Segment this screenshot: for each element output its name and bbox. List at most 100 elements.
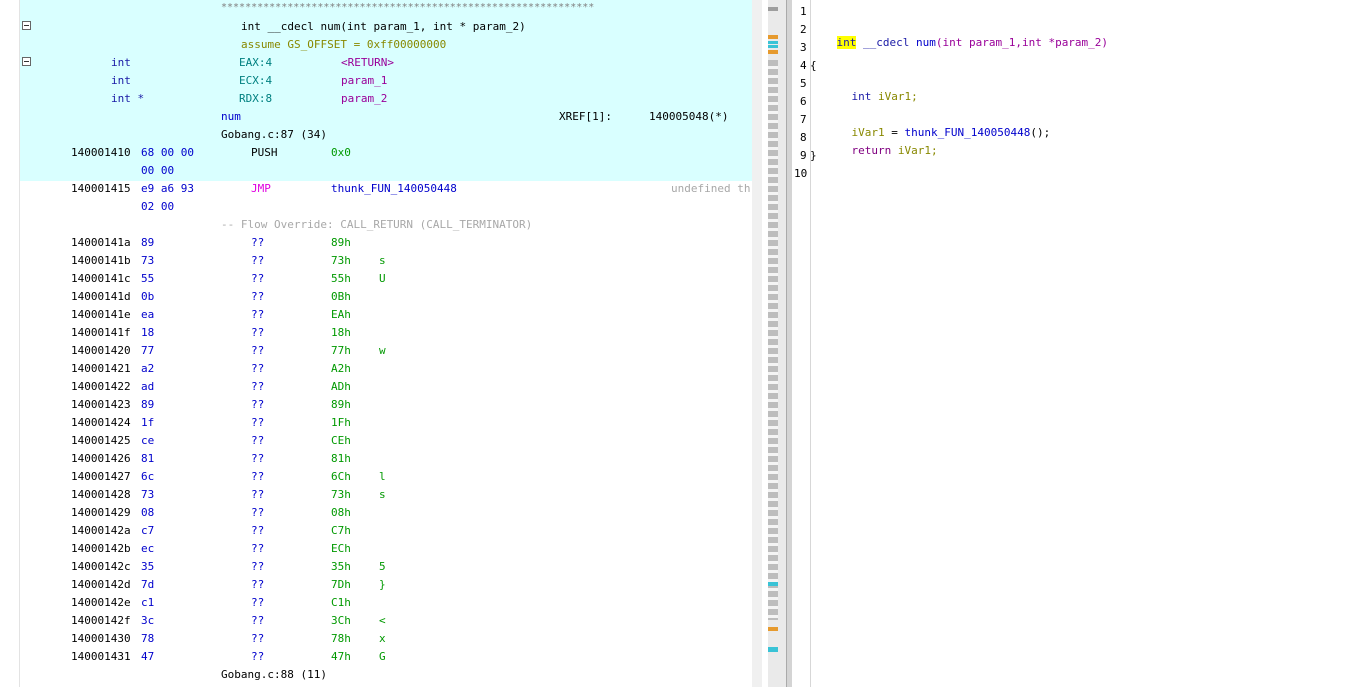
- row-address[interactable]: 14000141a: [71, 236, 131, 249]
- row-value[interactable]: 08h: [331, 506, 351, 519]
- row-address[interactable]: 140001424: [71, 416, 131, 429]
- row-mnemonic[interactable]: ??: [251, 272, 264, 285]
- listing-view[interactable]: ****************************************…: [0, 0, 760, 687]
- row-mnemonic[interactable]: ??: [251, 488, 264, 501]
- overview-marker: [768, 35, 778, 39]
- row-address[interactable]: 140001421: [71, 362, 131, 375]
- row-mnemonic[interactable]: ??: [251, 542, 264, 555]
- row-mnemonic[interactable]: ??: [251, 470, 264, 483]
- row-mnemonic[interactable]: ??: [251, 236, 264, 249]
- row-address[interactable]: 14000142d: [71, 578, 131, 591]
- row-value[interactable]: 89h: [331, 398, 351, 411]
- var-name[interactable]: <RETURN>: [341, 56, 394, 69]
- row-value[interactable]: 0Bh: [331, 290, 351, 303]
- row-mnemonic[interactable]: ??: [251, 362, 264, 375]
- overview-bar[interactable]: [768, 0, 786, 687]
- row-value[interactable]: 78h: [331, 632, 351, 645]
- row-address[interactable]: 140001420: [71, 344, 131, 357]
- calling-convention-token[interactable]: __cdecl: [863, 36, 909, 49]
- instr-mnemonic[interactable]: JMP: [251, 182, 271, 195]
- row-mnemonic[interactable]: ??: [251, 380, 264, 393]
- row-value[interactable]: EAh: [331, 308, 351, 321]
- row-address[interactable]: 14000142f: [71, 614, 131, 627]
- row-address[interactable]: 140001425: [71, 434, 131, 447]
- row-address[interactable]: 140001422: [71, 380, 131, 393]
- return-keyword[interactable]: return: [852, 144, 892, 157]
- row-value[interactable]: 6Ch: [331, 470, 351, 483]
- row-mnemonic[interactable]: ??: [251, 290, 264, 303]
- decl-type-token[interactable]: int: [852, 90, 872, 103]
- row-value[interactable]: C7h: [331, 524, 351, 537]
- row-value[interactable]: 55h: [331, 272, 351, 285]
- row-mnemonic[interactable]: ??: [251, 632, 264, 645]
- row-mnemonic[interactable]: ??: [251, 614, 264, 627]
- listing-scrollbar[interactable]: [752, 0, 762, 687]
- row-mnemonic[interactable]: ??: [251, 578, 264, 591]
- row-mnemonic[interactable]: ??: [251, 416, 264, 429]
- instr-address[interactable]: 140001415: [71, 182, 131, 195]
- row-address[interactable]: 140001426: [71, 452, 131, 465]
- row-mnemonic[interactable]: ??: [251, 506, 264, 519]
- line-number: 7: [800, 113, 807, 126]
- row-address[interactable]: 14000142a: [71, 524, 131, 537]
- row-value[interactable]: ECh: [331, 542, 351, 555]
- row-address[interactable]: 14000142e: [71, 596, 131, 609]
- instr-operand[interactable]: 0x0: [331, 146, 351, 159]
- xref-address[interactable]: 140005048(*): [649, 110, 728, 123]
- row-mnemonic[interactable]: ??: [251, 398, 264, 411]
- row-address[interactable]: 14000141e: [71, 308, 131, 321]
- row-value[interactable]: A2h: [331, 362, 351, 375]
- row-value[interactable]: 73h: [331, 488, 351, 501]
- var-name[interactable]: param_2: [341, 92, 387, 105]
- function-signature[interactable]: int __cdecl num(int param_1, int * param…: [241, 20, 526, 33]
- row-value[interactable]: 35h: [331, 560, 351, 573]
- instr-operand[interactable]: thunk_FUN_140050448: [331, 182, 457, 195]
- row-value[interactable]: 73h: [331, 254, 351, 267]
- row-mnemonic[interactable]: ??: [251, 650, 264, 663]
- row-address[interactable]: 140001427: [71, 470, 131, 483]
- decl-var-token[interactable]: iVar1;: [878, 90, 918, 103]
- instr-mnemonic[interactable]: PUSH: [251, 146, 278, 159]
- row-address[interactable]: 14000141b: [71, 254, 131, 267]
- fold-toggle-icon[interactable]: [22, 21, 31, 30]
- row-mnemonic[interactable]: ??: [251, 524, 264, 537]
- function-label[interactable]: num: [221, 110, 241, 123]
- row-mnemonic[interactable]: ??: [251, 308, 264, 321]
- row-address[interactable]: 14000141f: [71, 326, 131, 339]
- row-mnemonic[interactable]: ??: [251, 434, 264, 447]
- return-value-token[interactable]: iVar1;: [898, 144, 938, 157]
- row-address[interactable]: 140001431: [71, 650, 131, 663]
- row-value[interactable]: CEh: [331, 434, 351, 447]
- row-value[interactable]: ADh: [331, 380, 351, 393]
- row-address[interactable]: 140001429: [71, 506, 131, 519]
- row-mnemonic[interactable]: ??: [251, 596, 264, 609]
- return-type-token[interactable]: int: [836, 36, 857, 49]
- row-address[interactable]: 140001423: [71, 398, 131, 411]
- row-value[interactable]: 1Fh: [331, 416, 351, 429]
- row-address[interactable]: 140001430: [71, 632, 131, 645]
- row-address[interactable]: 14000142b: [71, 542, 131, 555]
- row-value[interactable]: C1h: [331, 596, 351, 609]
- row-address[interactable]: 14000142c: [71, 560, 131, 573]
- row-value[interactable]: 18h: [331, 326, 351, 339]
- var-name[interactable]: param_1: [341, 74, 387, 87]
- row-mnemonic[interactable]: ??: [251, 254, 264, 267]
- row-value[interactable]: 81h: [331, 452, 351, 465]
- decompiler-view[interactable]: 1 2 3 4 5 6 7 8 9 10 int __cdecl num(int…: [792, 0, 1365, 687]
- row-value[interactable]: 3Ch: [331, 614, 351, 627]
- row-mnemonic[interactable]: ??: [251, 326, 264, 339]
- params-token[interactable]: (int param_1,int *param_2): [936, 36, 1108, 49]
- fold-toggle-icon[interactable]: [22, 57, 31, 66]
- row-address[interactable]: 140001428: [71, 488, 131, 501]
- row-address[interactable]: 14000141d: [71, 290, 131, 303]
- row-value[interactable]: 89h: [331, 236, 351, 249]
- row-value[interactable]: 47h: [331, 650, 351, 663]
- row-value[interactable]: 7Dh: [331, 578, 351, 591]
- row-mnemonic[interactable]: ??: [251, 344, 264, 357]
- row-value[interactable]: 77h: [331, 344, 351, 357]
- row-address[interactable]: 14000141c: [71, 272, 131, 285]
- instr-address[interactable]: 140001410: [71, 146, 131, 159]
- row-mnemonic[interactable]: ??: [251, 560, 264, 573]
- function-name-token[interactable]: num: [916, 36, 936, 49]
- row-mnemonic[interactable]: ??: [251, 452, 264, 465]
